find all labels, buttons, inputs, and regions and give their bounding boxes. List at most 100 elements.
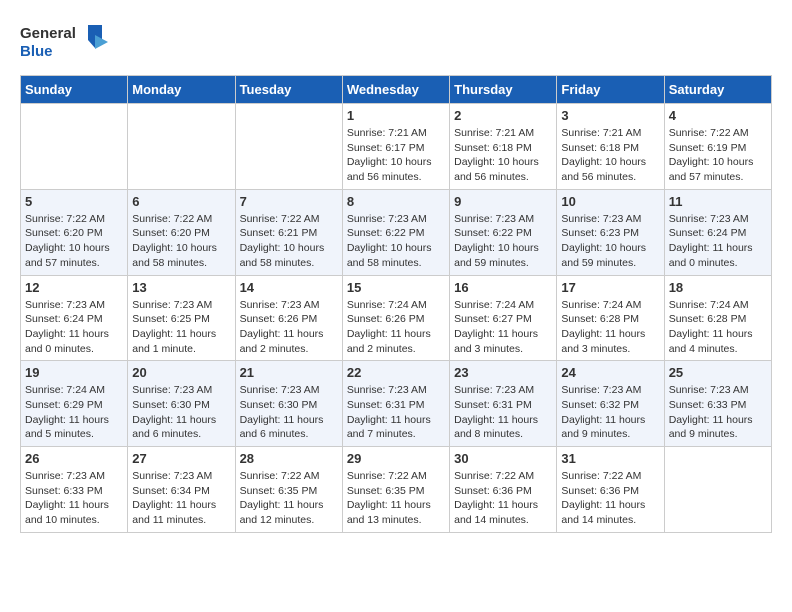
calendar-table: SundayMondayTuesdayWednesdayThursdayFrid… [20,75,772,533]
day-number: 11 [669,194,767,209]
day-of-week-header: Friday [557,76,664,104]
day-info: Sunrise: 7:23 AMSunset: 6:24 PMDaylight:… [669,212,767,271]
calendar-week-row: 19 Sunrise: 7:24 AMSunset: 6:29 PMDayligh… [21,361,772,447]
day-number: 28 [240,451,338,466]
day-of-week-header: Monday [128,76,235,104]
day-number: 5 [25,194,123,209]
day-number: 17 [561,280,659,295]
day-info: Sunrise: 7:23 AMSunset: 6:30 PMDaylight:… [240,383,338,442]
day-info: Sunrise: 7:23 AMSunset: 6:31 PMDaylight:… [347,383,445,442]
day-number: 16 [454,280,552,295]
calendar-cell: 18 Sunrise: 7:24 AMSunset: 6:28 PMDayligh… [664,275,771,361]
day-of-week-header: Wednesday [342,76,449,104]
calendar-cell: 6 Sunrise: 7:22 AMSunset: 6:20 PMDaylight… [128,189,235,275]
day-number: 8 [347,194,445,209]
day-info: Sunrise: 7:24 AMSunset: 6:29 PMDaylight:… [25,383,123,442]
day-info: Sunrise: 7:23 AMSunset: 6:22 PMDaylight:… [454,212,552,271]
calendar-week-row: 5 Sunrise: 7:22 AMSunset: 6:20 PMDaylight… [21,189,772,275]
day-number: 10 [561,194,659,209]
day-number: 18 [669,280,767,295]
day-info: Sunrise: 7:22 AMSunset: 6:35 PMDaylight:… [240,469,338,528]
day-info: Sunrise: 7:23 AMSunset: 6:30 PMDaylight:… [132,383,230,442]
day-number: 23 [454,365,552,380]
day-info: Sunrise: 7:23 AMSunset: 6:25 PMDaylight:… [132,298,230,357]
calendar-cell: 31 Sunrise: 7:22 AMSunset: 6:36 PMDayligh… [557,447,664,533]
svg-text:Blue: Blue [20,43,53,60]
calendar-cell: 30Sunrise: 7:22 AMSunset: 6:36 PMDayligh… [450,447,557,533]
day-number: 24 [561,365,659,380]
day-number: 19 [25,365,123,380]
logo-svg: General Blue [20,20,110,65]
day-number: 30 [454,451,552,466]
calendar-cell: 23Sunrise: 7:23 AMSunset: 6:31 PMDayligh… [450,361,557,447]
day-info: Sunrise: 7:23 AMSunset: 6:23 PMDaylight:… [561,212,659,271]
calendar-week-row: 1Sunrise: 7:21 AMSunset: 6:17 PMDaylight… [21,104,772,190]
calendar-cell: 1Sunrise: 7:21 AMSunset: 6:17 PMDaylight… [342,104,449,190]
day-number: 12 [25,280,123,295]
calendar-cell [21,104,128,190]
day-info: Sunrise: 7:24 AMSunset: 6:27 PMDaylight:… [454,298,552,357]
calendar-cell: 5Sunrise: 7:22 AMSunset: 6:20 PMDaylight… [21,189,128,275]
day-number: 27 [132,451,230,466]
day-number: 26 [25,451,123,466]
day-number: 29 [347,451,445,466]
day-info: Sunrise: 7:22 AMSunset: 6:21 PMDaylight:… [240,212,338,271]
calendar-week-row: 12 Sunrise: 7:23 AMSunset: 6:24 PMDayligh… [21,275,772,361]
day-info: Sunrise: 7:22 AMSunset: 6:19 PMDaylight:… [669,126,767,185]
calendar-cell: 21 Sunrise: 7:23 AMSunset: 6:30 PMDayligh… [235,361,342,447]
calendar-cell: 13 Sunrise: 7:23 AMSunset: 6:25 PMDayligh… [128,275,235,361]
day-number: 15 [347,280,445,295]
day-number: 14 [240,280,338,295]
calendar-cell: 3 Sunrise: 7:21 AMSunset: 6:18 PMDaylight… [557,104,664,190]
day-info: Sunrise: 7:21 AMSunset: 6:17 PMDaylight:… [347,126,445,185]
calendar-cell: 12 Sunrise: 7:23 AMSunset: 6:24 PMDayligh… [21,275,128,361]
calendar-cell: 22Sunrise: 7:23 AMSunset: 6:31 PMDayligh… [342,361,449,447]
calendar-cell: 11 Sunrise: 7:23 AMSunset: 6:24 PMDayligh… [664,189,771,275]
calendar-cell: 10 Sunrise: 7:23 AMSunset: 6:23 PMDayligh… [557,189,664,275]
day-info: Sunrise: 7:23 AMSunset: 6:22 PMDaylight:… [347,212,445,271]
day-number: 7 [240,194,338,209]
day-info: Sunrise: 7:24 AMSunset: 6:26 PMDaylight:… [347,298,445,357]
calendar-cell [235,104,342,190]
logo: General Blue [20,20,110,65]
calendar-cell: 29 Sunrise: 7:22 AMSunset: 6:35 PMDayligh… [342,447,449,533]
calendar-cell: 7 Sunrise: 7:22 AMSunset: 6:21 PMDaylight… [235,189,342,275]
day-of-week-header: Thursday [450,76,557,104]
day-info: Sunrise: 7:21 AMSunset: 6:18 PMDaylight:… [454,126,552,185]
calendar-cell: 2 Sunrise: 7:21 AMSunset: 6:18 PMDaylight… [450,104,557,190]
day-number: 9 [454,194,552,209]
calendar-cell: 25Sunrise: 7:23 AMSunset: 6:33 PMDayligh… [664,361,771,447]
day-info: Sunrise: 7:22 AMSunset: 6:35 PMDaylight:… [347,469,445,528]
calendar-cell: 19 Sunrise: 7:24 AMSunset: 6:29 PMDayligh… [21,361,128,447]
calendar-cell: 27 Sunrise: 7:23 AMSunset: 6:34 PMDayligh… [128,447,235,533]
day-of-week-header: Tuesday [235,76,342,104]
day-info: Sunrise: 7:24 AMSunset: 6:28 PMDaylight:… [669,298,767,357]
day-number: 25 [669,365,767,380]
day-number: 31 [561,451,659,466]
calendar-cell: 8 Sunrise: 7:23 AMSunset: 6:22 PMDaylight… [342,189,449,275]
day-info: Sunrise: 7:21 AMSunset: 6:18 PMDaylight:… [561,126,659,185]
day-of-week-header: Saturday [664,76,771,104]
calendar-cell: 16 Sunrise: 7:24 AMSunset: 6:27 PMDayligh… [450,275,557,361]
day-info: Sunrise: 7:24 AMSunset: 6:28 PMDaylight:… [561,298,659,357]
day-info: Sunrise: 7:23 AMSunset: 6:24 PMDaylight:… [25,298,123,357]
day-number: 3 [561,108,659,123]
day-number: 21 [240,365,338,380]
day-number: 13 [132,280,230,295]
calendar-cell: 15 Sunrise: 7:24 AMSunset: 6:26 PMDayligh… [342,275,449,361]
day-info: Sunrise: 7:22 AMSunset: 6:20 PMDaylight:… [132,212,230,271]
day-info: Sunrise: 7:22 AMSunset: 6:36 PMDaylight:… [561,469,659,528]
day-info: Sunrise: 7:23 AMSunset: 6:26 PMDaylight:… [240,298,338,357]
calendar-cell: 17 Sunrise: 7:24 AMSunset: 6:28 PMDayligh… [557,275,664,361]
calendar-cell: 26Sunrise: 7:23 AMSunset: 6:33 PMDayligh… [21,447,128,533]
calendar-cell: 24Sunrise: 7:23 AMSunset: 6:32 PMDayligh… [557,361,664,447]
page-header: General Blue [20,20,772,65]
day-info: Sunrise: 7:23 AMSunset: 6:34 PMDaylight:… [132,469,230,528]
calendar-cell: 14 Sunrise: 7:23 AMSunset: 6:26 PMDayligh… [235,275,342,361]
day-number: 2 [454,108,552,123]
calendar-week-row: 26Sunrise: 7:23 AMSunset: 6:33 PMDayligh… [21,447,772,533]
day-number: 6 [132,194,230,209]
calendar-cell: 9 Sunrise: 7:23 AMSunset: 6:22 PMDaylight… [450,189,557,275]
svg-text:General: General [20,25,76,42]
day-of-week-header: Sunday [21,76,128,104]
